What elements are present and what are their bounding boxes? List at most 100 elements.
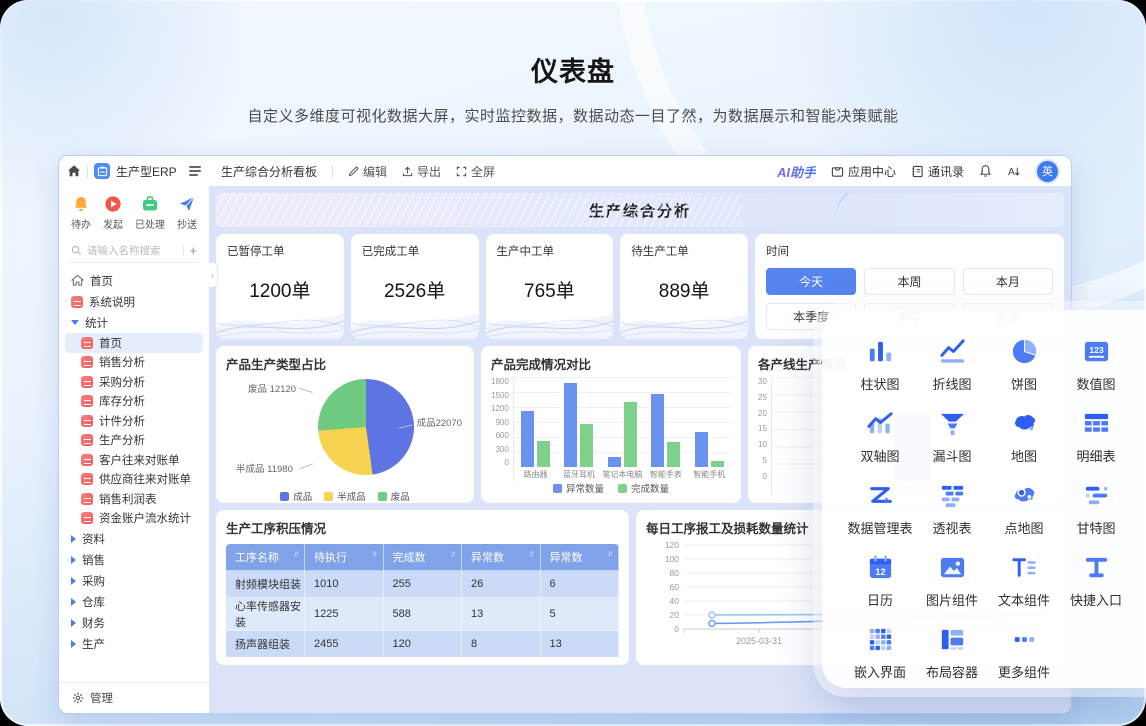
widget-文本组件[interactable]: 文本组件 [988,552,1060,609]
time-filter-本周[interactable]: 本周 [864,268,954,295]
svg-text:12: 12 [875,567,885,577]
sidebar-item-生产分析[interactable]: 生产分析 [65,431,203,451]
home-icon[interactable] [67,164,81,178]
briefcase-icon [141,195,159,213]
export-icon [402,166,413,177]
search-box[interactable]: 请输入名称搜索 + [69,239,199,263]
add-button[interactable]: + [189,243,197,258]
sort-icon[interactable]: ↓↑ [372,549,376,558]
sidebar-item-销售分析[interactable]: 销售分析 [65,353,203,373]
sidebar-item-计件分析[interactable]: 计件分析 [65,411,203,431]
translate-icon[interactable]: A [1007,165,1022,178]
column-header-工序名称[interactable]: 工序名称↓↑ [226,544,305,571]
sidebar-item-首页[interactable]: 首页 [65,270,203,291]
column-header-完成数[interactable]: 完成数↓↑ [383,544,462,571]
sidebar-item-仓库[interactable]: 仓库 [65,591,203,612]
pencil-icon [348,166,359,177]
legend-label: 异常数量 [566,481,604,495]
widget-快捷入口[interactable]: 快捷入口 [1060,552,1132,609]
embed-icon [865,624,896,655]
widget-布局容器[interactable]: 布局容器 [916,624,988,681]
pie-callout-right: 成品22070 [417,415,462,429]
widget-数值图[interactable]: 123数值图 [1060,336,1132,393]
sidebar-item-采购分析[interactable]: 采购分析 [65,372,203,392]
widget-日历[interactable]: 12日历 [844,552,916,609]
quick-action-待办[interactable]: 待办 [71,195,91,231]
table-cell: 26 [462,571,541,598]
widget-漏斗图[interactable]: 漏斗图 [916,408,988,465]
sidebar-item-客户往来对账单[interactable]: 客户往来对账单 [65,450,203,470]
quick-action-抄送[interactable]: 抄送 [177,195,197,231]
time-filter-本月[interactable]: 本月 [963,268,1053,295]
legend-item-成品: 成品 [280,489,312,503]
map-icon [1009,408,1040,439]
sidebar-item-资金账户流水统计[interactable]: 资金账户流水统计 [65,509,203,529]
sidebar-item-label: 首页 [99,335,122,351]
widget-label: 快捷入口 [1070,590,1122,609]
column-header-异常数[interactable]: 异常数↓↑ [462,544,541,571]
widget-透视表[interactable]: 透视表 [916,480,988,537]
banner-title: 生产综合分析 [589,200,691,221]
sidebar-item-label: 仓库 [82,594,105,610]
widget-嵌入界面[interactable]: 嵌入界面 [844,624,916,681]
sidebar-collapse-handle[interactable]: ‹ [208,262,218,288]
sort-icon[interactable]: ↓↑ [293,549,297,558]
sidebar-item-资料[interactable]: 资料 [65,528,203,549]
sidebar-item-销售利润表[interactable]: 销售利润表 [65,489,203,509]
widget-地图[interactable]: 地图 [988,408,1060,465]
bar-chart-panel: 产品完成情况对比 1800150012009006003000路由器蓝牙耳机笔记… [481,346,741,503]
gantt-icon [1081,480,1112,511]
notification-bell-icon[interactable] [979,164,992,178]
svg-text:80: 80 [670,568,680,578]
sidebar-item-采购[interactable]: 采购 [65,570,203,591]
sidebar-item-生产[interactable]: 生产 [65,633,203,654]
widget-label: 透视表 [932,518,971,537]
quick-actions: 待办发起已处理抄送 [59,186,209,237]
widget-甘特图[interactable]: 甘特图 [1060,480,1132,537]
app-center-button[interactable]: 应用中心 [831,163,896,180]
quick-action-发起[interactable]: 发起 [103,195,123,231]
widget-柱状图[interactable]: 柱状图 [844,336,916,393]
sidebar-item-供应商往来对账单[interactable]: 供应商往来对账单 [65,470,203,490]
y-tick-label: 20 [758,409,767,418]
column-header-异常数[interactable]: 异常数↓↑ [540,544,619,571]
sidebar-item-财务[interactable]: 财务 [65,612,203,633]
contacts-button[interactable]: 通讯录 [911,163,964,180]
table-cell: 1225 [305,598,384,631]
widget-图片组件[interactable]: 图片组件 [916,552,988,609]
quick-action-已处理[interactable]: 已处理 [135,195,165,231]
widget-label: 地图 [1011,446,1037,465]
sort-icon[interactable]: ↓↑ [529,549,533,558]
widget-数据管理表[interactable]: 数据管理表 [844,480,916,537]
legend-label: 废品 [391,489,410,503]
sidebar-item-首页[interactable]: 首页 [65,333,203,353]
hamburger-menu-icon[interactable] [189,166,201,176]
manage-button[interactable]: 管理 [59,682,209,713]
widget-饼图[interactable]: 饼图 [988,336,1060,393]
widget-点地图[interactable]: 点地图 [988,480,1060,537]
sidebar-item-销售[interactable]: 销售 [65,549,203,570]
time-filter-今天[interactable]: 今天 [766,268,856,295]
widget-双轴图[interactable]: 双轴图 [844,408,916,465]
bar-完成数量 [624,402,637,468]
sort-icon[interactable]: ↓↑ [450,549,454,558]
bar-异常数量 [651,394,664,468]
sort-icon[interactable]: ↓↑ [607,549,611,558]
image-icon [937,552,968,583]
sidebar-item-统计[interactable]: 统计 [65,312,203,333]
export-button[interactable]: 导出 [402,163,441,180]
user-avatar[interactable]: 英 [1037,161,1058,182]
widget-折线图[interactable]: 折线图 [916,336,988,393]
sidebar-item-系统说明[interactable]: 系统说明 [65,291,203,312]
sidebar-item-库存分析[interactable]: 库存分析 [65,392,203,412]
ai-assistant-button[interactable]: AI助手 [777,162,816,181]
y-tick-label: 1200 [491,404,509,413]
sidebar-item-label: 销售利润表 [99,491,157,507]
pie-chart-icon [1009,336,1040,367]
page-background: 仪表盘 自定义多维度可视化数据大屏，实时监控数据，数据动态一目了然，为数据展示和… [0,0,1146,726]
column-header-待执行[interactable]: 待执行↓↑ [305,544,384,571]
fullscreen-button[interactable]: 全屏 [456,163,495,180]
edit-button[interactable]: 编辑 [348,163,387,180]
widget-明细表[interactable]: 明细表 [1060,408,1132,465]
widget-更多组件[interactable]: 更多组件 [988,624,1060,681]
